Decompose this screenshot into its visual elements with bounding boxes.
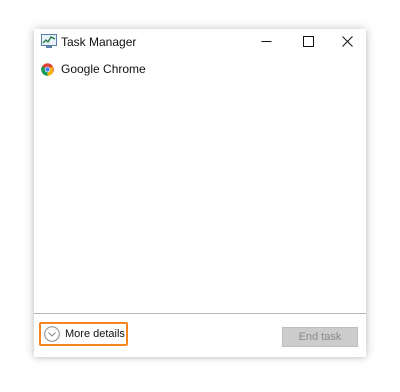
close-button[interactable] — [329, 29, 366, 54]
title-bar[interactable]: Task Manager — [34, 29, 366, 54]
chrome-icon — [41, 63, 54, 76]
minimize-icon — [261, 41, 271, 42]
more-details-button[interactable]: More details — [39, 322, 128, 346]
minimize-button[interactable] — [245, 29, 287, 54]
process-row-google-chrome[interactable]: Google Chrome — [34, 58, 366, 80]
window-title: Task Manager — [61, 35, 137, 49]
process-name: Google Chrome — [61, 62, 146, 76]
close-icon — [342, 36, 353, 47]
chevron-down-circle-icon — [44, 326, 60, 342]
task-manager-window: Task Manager Google Chrome More details … — [34, 29, 366, 357]
task-manager-icon — [41, 34, 57, 48]
footer-bar: More details End task — [34, 313, 366, 357]
maximize-icon — [302, 36, 314, 47]
maximize-button[interactable] — [287, 29, 329, 54]
more-details-label: More details — [65, 328, 125, 340]
end-task-button[interactable]: End task — [282, 327, 358, 347]
